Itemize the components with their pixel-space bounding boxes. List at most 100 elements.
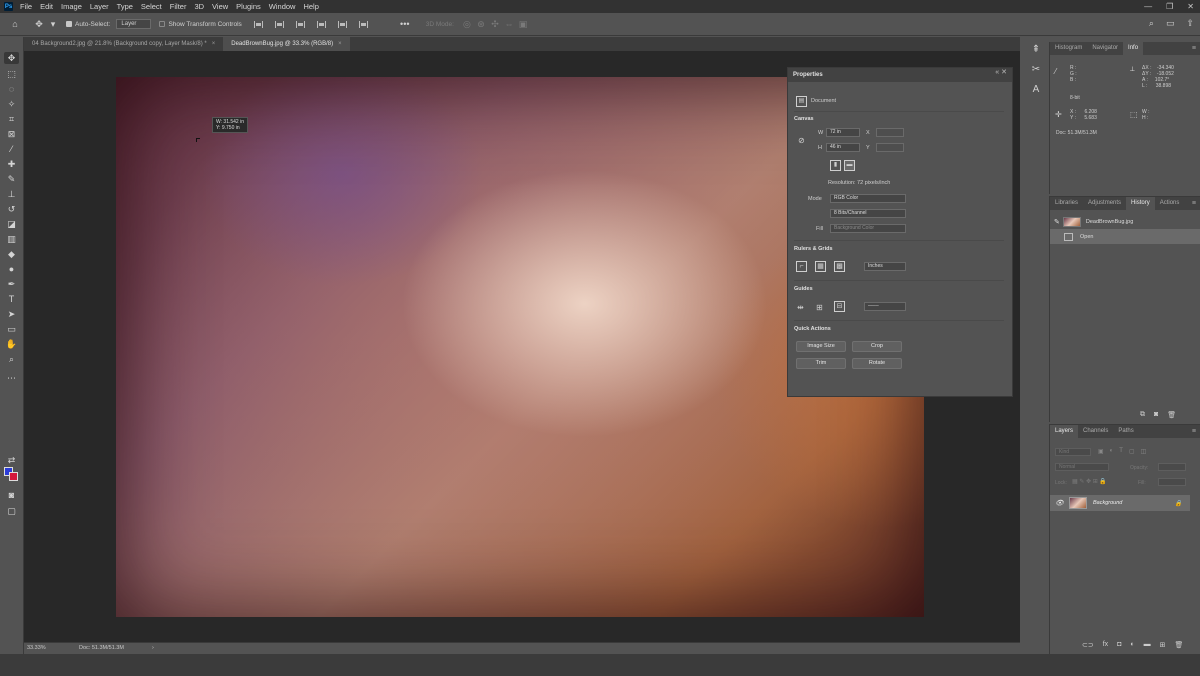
dodge-tool-icon[interactable]: ● (4, 263, 19, 275)
link-icon[interactable]: ⊘ (798, 136, 805, 145)
close-icon[interactable]: « ✕ (995, 68, 1007, 76)
layer-name[interactable]: Background (1093, 500, 1122, 506)
filter-pixel-icon[interactable]: ▣ (1098, 448, 1104, 455)
tab-info[interactable]: Info (1123, 42, 1144, 55)
fill-field[interactable] (1158, 478, 1186, 486)
tab-channels[interactable]: Channels (1078, 425, 1113, 438)
tab-libraries[interactable]: Libraries (1050, 197, 1083, 210)
character-dock-icon[interactable]: A (1026, 84, 1046, 104)
share-icon[interactable]: ⇪ (1186, 18, 1194, 29)
guide-layout-icon[interactable]: ⇹ (797, 303, 804, 312)
align-bottom-icon[interactable] (358, 20, 368, 28)
lock-icon[interactable]: 🔒 (1175, 500, 1182, 507)
lasso-tool-icon[interactable]: ◌ (4, 83, 19, 95)
marquee-tool-icon[interactable]: ⬚ (4, 68, 19, 80)
quick-actions-section-title[interactable]: Quick Actions (794, 326, 831, 332)
group-icon[interactable]: ▬ (1144, 641, 1151, 649)
align-top-icon[interactable] (316, 20, 326, 28)
guide-color-dropdown[interactable]: ─── (864, 302, 906, 311)
status-menu-arrow[interactable]: › (152, 645, 154, 651)
auto-select-dropdown[interactable]: Layer (116, 19, 152, 29)
rulers-grids-section-title[interactable]: Rulers & Grids (794, 246, 833, 252)
healing-brush-tool-icon[interactable]: ✚ (4, 158, 19, 170)
move-tool-icon[interactable]: ✥ (32, 17, 46, 31)
close-icon[interactable]: × (338, 41, 342, 47)
path-selection-tool-icon[interactable]: ➤ (4, 308, 19, 320)
menu-type[interactable]: Type (117, 2, 133, 11)
opacity-field[interactable] (1158, 463, 1186, 471)
workspace-icon[interactable]: ▭ (1166, 18, 1175, 29)
pixel-grid-icon[interactable]: ▩ (834, 261, 845, 272)
mode-dropdown[interactable]: RGB Color (830, 194, 906, 203)
guide-lock-icon[interactable]: ⊟ (834, 301, 845, 312)
clone-stamp-tool-icon[interactable]: ⊥ (4, 188, 19, 200)
type-tool-icon[interactable]: T (4, 293, 19, 305)
filter-shape-icon[interactable]: ▢ (1129, 448, 1135, 455)
brush-source-icon[interactable]: ✎ (1054, 218, 1060, 226)
transform-controls-checkbox[interactable] (159, 21, 166, 27)
filter-smart-icon[interactable]: ◫ (1141, 448, 1147, 455)
scale-3d-icon[interactable]: ▣ (516, 17, 530, 31)
tab-paths[interactable]: Paths (1113, 425, 1138, 438)
background-color-swatch[interactable] (9, 472, 18, 481)
close-icon[interactable]: × (212, 41, 216, 47)
history-state[interactable]: Open (1050, 229, 1200, 244)
search-icon[interactable]: ⌕ (1149, 18, 1154, 29)
bit-depth-dropdown[interactable]: 8 Bits/Channel (830, 209, 906, 218)
align-left-icon[interactable] (253, 20, 263, 28)
panel-menu-icon[interactable]: ≡ (1192, 425, 1196, 438)
tab-actions[interactable]: Actions (1155, 197, 1185, 210)
adjustment-layer-icon[interactable]: ◐ (1130, 641, 1134, 649)
history-brush-tool-icon[interactable]: ↺ (4, 203, 19, 215)
menu-filter[interactable]: Filter (170, 2, 187, 11)
pen-tool-icon[interactable]: ✒ (4, 278, 19, 290)
align-middle-icon[interactable] (337, 20, 347, 28)
more-tools-icon[interactable]: ⋯ (4, 372, 19, 384)
zoom-level[interactable]: 33.33% (27, 645, 46, 651)
layer-style-icon[interactable]: fx (1103, 641, 1108, 649)
new-guide-icon[interactable]: ⊞ (816, 303, 823, 312)
portrait-orientation-icon[interactable]: ▮ (830, 160, 841, 171)
ruler-icon[interactable]: ⌐ (796, 261, 807, 272)
orbit-3d-icon[interactable]: ◎ (460, 17, 474, 31)
filter-type-icon[interactable]: T (1119, 448, 1123, 455)
auto-select-checkbox[interactable] (66, 21, 72, 27)
quick-mask-icon[interactable]: ◙ (4, 489, 19, 501)
menu-file[interactable]: File (20, 2, 32, 11)
rectangle-tool-icon[interactable]: ▭ (4, 323, 19, 335)
eraser-tool-icon[interactable]: ◪ (4, 218, 19, 230)
canvas-section-title[interactable]: Canvas (794, 116, 814, 122)
tab-history[interactable]: History (1126, 197, 1155, 210)
height-field[interactable]: 46 in (826, 143, 860, 152)
crop-tool-icon[interactable]: ⌗ (4, 113, 19, 125)
move-tool-icon[interactable]: ✥ (4, 52, 19, 64)
layer-mask-icon[interactable]: ◘ (1117, 641, 1121, 649)
trash-icon[interactable]: 🗑 (1175, 641, 1184, 649)
rotate-button[interactable]: Rotate (852, 358, 902, 369)
image-size-button[interactable]: Image Size (796, 341, 846, 352)
trash-icon[interactable]: 🗑 (1167, 411, 1176, 419)
pan-3d-icon[interactable]: ✣ (488, 17, 502, 31)
chevron-down-icon[interactable]: ▾ (46, 17, 60, 31)
menu-help[interactable]: Help (303, 2, 318, 11)
new-layer-icon[interactable]: ⊞ (1160, 641, 1166, 649)
menu-view[interactable]: View (212, 2, 228, 11)
tab-histogram[interactable]: Histogram (1050, 42, 1087, 55)
brush-settings-dock-icon[interactable]: ✂ (1026, 64, 1046, 84)
layer-row-background[interactable]: 👁 Background 🔒 (1050, 495, 1190, 511)
swap-colors-icon[interactable]: ⇄ (4, 454, 19, 466)
camera-icon[interactable]: ◙ (1154, 411, 1158, 419)
landscape-orientation-icon[interactable]: ▬ (844, 160, 855, 171)
layer-filter-kind[interactable]: Kind (1055, 448, 1091, 456)
panel-menu-icon[interactable]: ≡ (1192, 42, 1196, 55)
gradient-tool-icon[interactable]: ▥ (4, 233, 19, 245)
zoom-tool-icon[interactable]: ⌕ (4, 353, 19, 365)
tab-navigator[interactable]: Navigator (1087, 42, 1123, 55)
frame-tool-icon[interactable]: ⊠ (4, 128, 19, 140)
tab-layers[interactable]: Layers (1050, 425, 1079, 438)
brush-tool-icon[interactable]: ✎ (4, 173, 19, 185)
screen-mode-icon[interactable]: ▢ (4, 505, 19, 517)
tab-deadbrownbug[interactable]: DeadBrownBug.jpg @ 33.3% (RGB/8) × (223, 37, 350, 51)
align-center-icon[interactable] (274, 20, 284, 28)
blur-tool-icon[interactable]: ◆ (4, 248, 19, 260)
